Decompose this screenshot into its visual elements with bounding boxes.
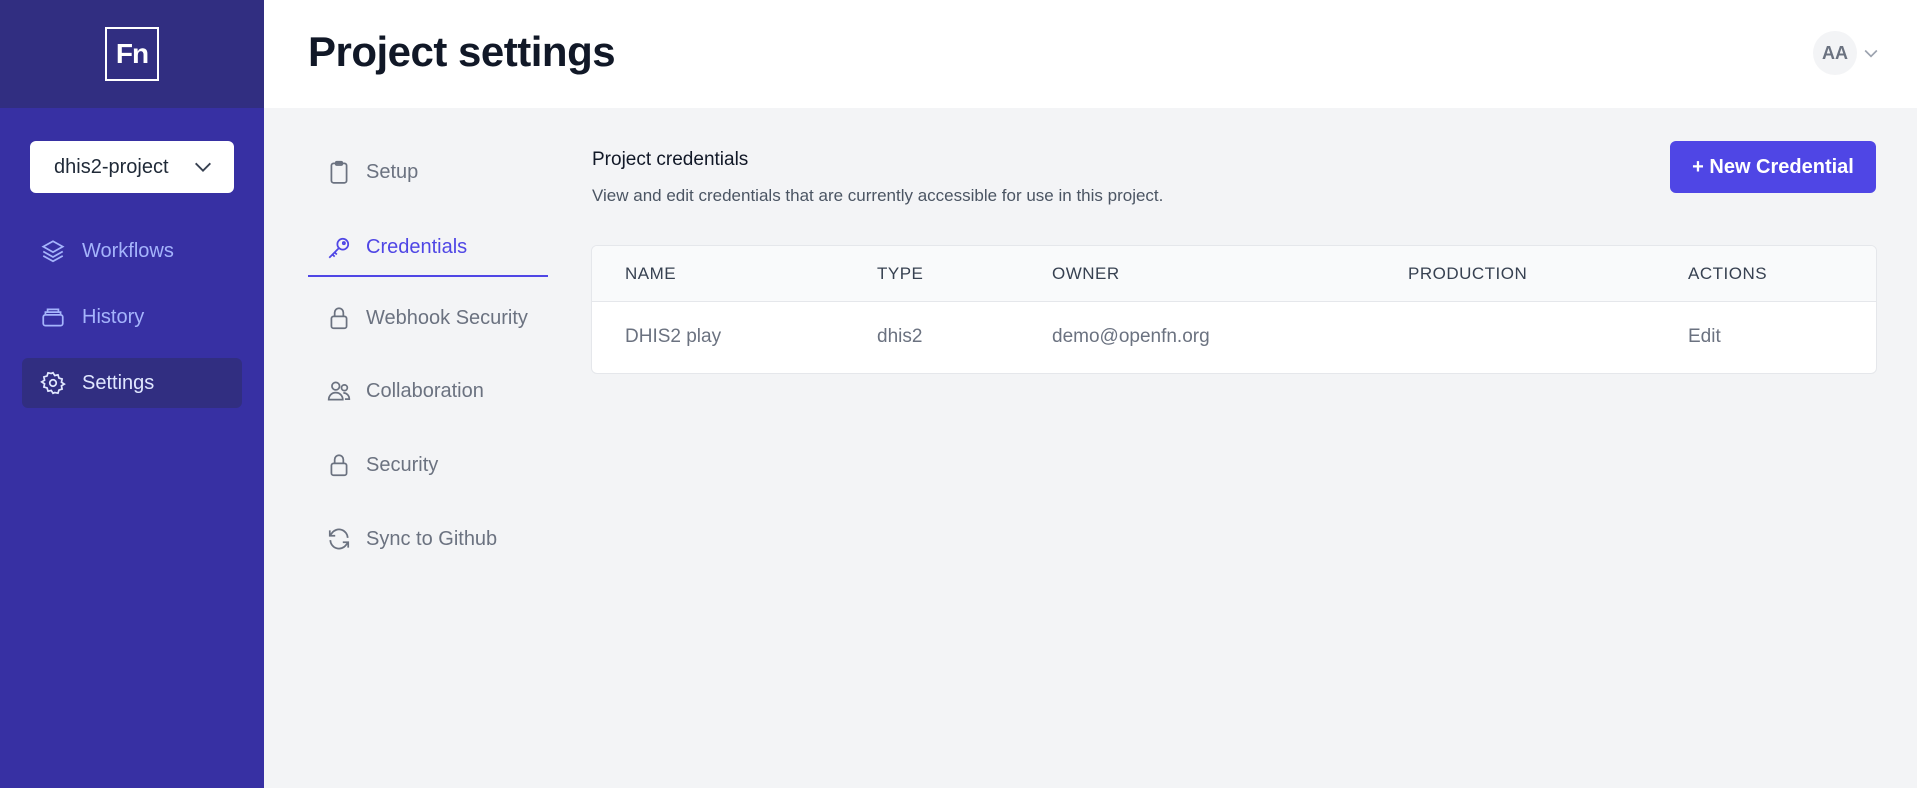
new-credential-button[interactable]: + New Credential: [1670, 141, 1876, 193]
sidebar-header: Fn: [0, 0, 264, 108]
settings-nav-label: Webhook Security: [366, 306, 528, 329]
user-menu[interactable]: AA: [1813, 31, 1881, 75]
credential-name: DHIS2 play: [625, 326, 722, 347]
sidebar-item-history[interactable]: History: [22, 292, 242, 342]
sidebar: Fn dhis2-project Workflows History Setti…: [0, 0, 264, 788]
project-selector[interactable]: dhis2-project: [30, 141, 234, 193]
settings-nav-setup[interactable]: Setup: [308, 147, 548, 197]
settings-nav-label: Credentials: [366, 236, 468, 258]
app-logo[interactable]: Fn: [105, 27, 159, 81]
credential-type: dhis2: [877, 326, 923, 347]
refresh-icon: [328, 528, 350, 550]
sidebar-item-label: Workflows: [82, 239, 174, 262]
column-header-name: NAME: [625, 264, 677, 283]
clipboard-icon: [330, 160, 348, 184]
sidebar-item-label: History: [82, 305, 145, 328]
chevron-down-icon: [1864, 49, 1878, 58]
page-header: Project settings AA: [264, 0, 1917, 108]
settings-nav-label: Setup: [366, 160, 419, 183]
settings-nav-label: Collaboration: [366, 379, 484, 402]
settings-nav-security[interactable]: Security: [308, 440, 548, 490]
settings-nav-label: Sync to Github: [366, 527, 498, 550]
credential-owner: demo@openfn.org: [1052, 326, 1210, 347]
avatar: AA: [1813, 31, 1857, 75]
sidebar-item-workflows[interactable]: Workflows: [22, 226, 242, 276]
column-header-actions: ACTIONS: [1688, 264, 1768, 283]
page-title: Project settings: [308, 28, 616, 75]
column-header-type: TYPE: [877, 264, 924, 283]
sidebar-item-label: Settings: [82, 371, 155, 394]
edit-credential-link[interactable]: Edit: [1688, 326, 1721, 348]
table-header: NAME TYPE OWNER PRODUCTION ACTIONS: [592, 246, 1876, 302]
archive-box-icon: [42, 308, 64, 327]
sidebar-item-settings[interactable]: Settings: [22, 358, 242, 408]
settings-nav-collaboration[interactable]: Collaboration: [308, 366, 548, 416]
credentials-table: NAME TYPE OWNER PRODUCTION ACTIONS DHIS2…: [591, 245, 1877, 374]
settings-nav-sync-github[interactable]: Sync to Github: [308, 514, 548, 564]
key-icon: [328, 237, 350, 258]
users-icon: [327, 381, 351, 401]
project-selector-label: dhis2-project: [54, 155, 169, 178]
layers-icon: [41, 240, 65, 263]
section-title: Project credentials: [592, 149, 749, 170]
column-header-production: PRODUCTION: [1408, 264, 1528, 283]
settings-nav-credentials[interactable]: Credentials: [308, 220, 548, 277]
gear-icon: [40, 371, 66, 395]
section-description: View and edit credentials that are curre…: [592, 186, 1164, 205]
lock-icon: [330, 454, 348, 477]
column-header-owner: OWNER: [1052, 264, 1120, 283]
settings-nav-webhook-security[interactable]: Webhook Security: [308, 293, 548, 343]
chevron-down-icon: [195, 162, 211, 172]
settings-nav-label: Security: [366, 453, 439, 476]
table-row: DHIS2 play dhis2 demo@openfn.org Edit: [592, 302, 1876, 373]
lock-icon: [330, 307, 348, 330]
